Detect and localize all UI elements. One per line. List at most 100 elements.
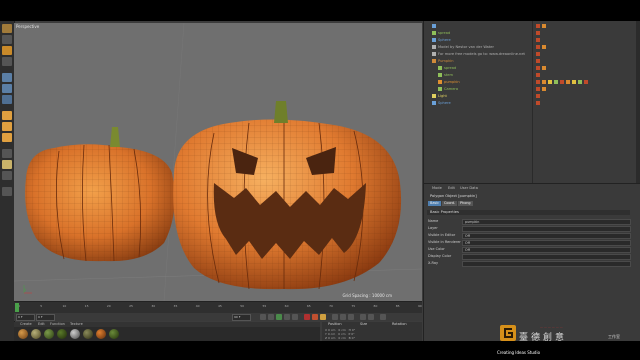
object-row[interactable] — [432, 23, 438, 29]
next-frame-icon[interactable] — [284, 314, 290, 320]
tab-basic[interactable]: Basic — [428, 201, 441, 206]
object-row[interactable]: spread — [438, 65, 456, 71]
move-icon[interactable] — [2, 35, 12, 44]
tag-icon[interactable] — [536, 45, 540, 49]
object-name: For more free models go to: www.dreaonli… — [438, 52, 525, 56]
previous-frame-icon[interactable] — [268, 314, 274, 320]
tag-icon[interactable] — [548, 80, 552, 84]
param-key-icon[interactable] — [360, 314, 366, 320]
timeline-tick: 15 — [84, 304, 89, 308]
tag-icon[interactable] — [572, 80, 576, 84]
tag-icon[interactable] — [536, 24, 540, 28]
timeline-tick: 35 — [173, 304, 178, 308]
record-icon[interactable] — [304, 314, 310, 320]
lock-icon[interactable] — [2, 171, 12, 180]
attr-field[interactable] — [462, 254, 631, 260]
menu-texture[interactable]: Texture — [70, 322, 83, 326]
tag-icon[interactable] — [542, 45, 546, 49]
material-swatch[interactable] — [31, 329, 41, 339]
points-mode-icon[interactable] — [2, 111, 12, 120]
tag-icon[interactable] — [542, 80, 546, 84]
scale-key-icon[interactable] — [348, 314, 354, 320]
material-swatch[interactable] — [109, 329, 119, 339]
play-icon[interactable] — [276, 314, 282, 320]
tag-icon[interactable] — [566, 80, 570, 84]
keyframe-icon[interactable] — [320, 314, 326, 320]
go-to-end-icon[interactable] — [292, 314, 298, 320]
object-row[interactable]: Pumpkin — [432, 58, 454, 64]
tag-icon[interactable] — [554, 80, 558, 84]
attr-menu-edit[interactable]: Edit — [448, 186, 455, 190]
coord-row-z[interactable]: Z 0 cm 0 cm B 0° — [325, 336, 355, 340]
object-row[interactable]: Model by Nestor van der Water — [432, 44, 494, 50]
tab-coord[interactable]: Coord. — [442, 201, 458, 206]
attr-field[interactable] — [462, 226, 631, 232]
material-swatch[interactable] — [83, 329, 93, 339]
object-row[interactable]: Sphere — [432, 100, 451, 106]
start-frame-field[interactable]: 0 F — [16, 314, 35, 321]
tag-icon[interactable] — [536, 52, 540, 56]
current-frame-marker[interactable] — [15, 303, 19, 312]
point-level-icon[interactable] — [368, 314, 374, 320]
object-row[interactable]: spread — [432, 30, 450, 36]
attr-menu-userdata[interactable]: User Data — [460, 186, 478, 190]
object-row[interactable]: For more free models go to: www.dreaonli… — [432, 51, 525, 57]
tab-phong[interactable]: Phong — [458, 201, 473, 206]
object-row[interactable]: Camera — [438, 86, 458, 92]
tag-icon[interactable] — [542, 66, 546, 70]
rotation-key-icon[interactable] — [340, 314, 346, 320]
tag-icon[interactable] — [560, 80, 564, 84]
current-frame-field[interactable]: 0 F — [36, 314, 55, 321]
attr-field[interactable] — [462, 261, 631, 267]
material-swatch[interactable] — [44, 329, 54, 339]
tag-icon[interactable] — [536, 38, 540, 42]
tag-icon[interactable] — [542, 24, 546, 28]
tag-icon[interactable] — [584, 80, 588, 84]
snap-icon[interactable] — [2, 149, 12, 158]
menu-edit[interactable]: Edit — [38, 322, 45, 326]
object-row[interactable]: stem — [438, 72, 453, 78]
object-manager-scrollbar[interactable] — [636, 21, 640, 183]
tag-icon[interactable] — [542, 87, 546, 91]
tag-icon[interactable] — [536, 80, 540, 84]
object-row[interactable]: pumpkin — [438, 79, 460, 85]
axis-icon[interactable] — [2, 160, 12, 169]
scale-icon[interactable] — [2, 46, 12, 55]
menu-function[interactable]: Function — [50, 322, 65, 326]
rotate-icon[interactable] — [2, 57, 12, 66]
grid-icon[interactable] — [2, 187, 12, 196]
go-to-start-icon[interactable] — [260, 314, 266, 320]
material-swatch[interactable] — [70, 329, 80, 339]
polygons-mode-icon[interactable] — [2, 133, 12, 142]
tag-icon[interactable] — [536, 66, 540, 70]
undo-icon[interactable] — [2, 24, 12, 33]
material-swatch[interactable] — [57, 329, 67, 339]
tag-icon[interactable] — [536, 101, 540, 105]
edges-mode-icon[interactable] — [2, 122, 12, 131]
object-row[interactable]: Sphere — [432, 37, 451, 43]
object-row[interactable]: Light — [432, 93, 447, 99]
attr-field[interactable]: pumpkin — [462, 219, 631, 225]
end-frame-field[interactable]: 90 F — [232, 314, 251, 321]
timeline-tick: 65 — [306, 304, 311, 308]
position-key-icon[interactable] — [332, 314, 338, 320]
tag-icon[interactable] — [536, 31, 540, 35]
tag-icon[interactable] — [536, 94, 540, 98]
attr-field[interactable]: Off — [462, 247, 631, 253]
model-mode-icon[interactable] — [2, 73, 12, 82]
material-swatch[interactable] — [18, 329, 28, 339]
menu-create[interactable]: Create — [20, 322, 32, 326]
texture-mode-icon[interactable] — [2, 84, 12, 93]
material-swatch[interactable] — [96, 329, 106, 339]
timeline-window-icon[interactable] — [380, 314, 386, 320]
tag-icon[interactable] — [578, 80, 582, 84]
tag-icon[interactable] — [536, 87, 540, 91]
viewport[interactable]: Perspective y Grid Spacing: 10000 cm — [14, 23, 422, 301]
attr-field[interactable]: Off — [462, 240, 631, 246]
tag-icon[interactable] — [536, 59, 540, 63]
workplane-icon[interactable] — [2, 95, 12, 104]
attr-field[interactable]: Off — [462, 233, 631, 239]
tag-icon[interactable] — [536, 73, 540, 77]
attr-menu-mode[interactable]: Mode — [432, 186, 442, 190]
autokey-icon[interactable] — [312, 314, 318, 320]
